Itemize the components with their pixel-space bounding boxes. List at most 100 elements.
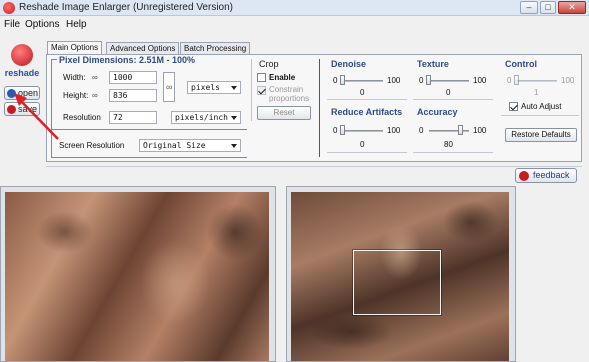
group-border — [51, 59, 52, 157]
disk-save-icon — [7, 105, 16, 114]
crop-group-border — [251, 59, 252, 121]
reduce-artifacts-value: 0 — [360, 140, 365, 149]
close-button[interactable]: ✕ — [558, 1, 586, 14]
menu-bar: File Options Help — [0, 16, 589, 32]
resolution-unit-value: pixels/inch — [175, 113, 228, 122]
menu-file[interactable]: File — [4, 19, 20, 30]
control-slider-track[interactable] — [517, 80, 557, 82]
screen-resolution-value: Original Size — [143, 141, 206, 150]
texture-max: 100 — [473, 76, 487, 85]
reduce-artifacts-slider-thumb[interactable] — [340, 125, 345, 135]
maximize-button[interactable]: □ — [540, 1, 556, 14]
denoise-slider-track[interactable] — [343, 80, 383, 82]
resolution-label: Resolution — [63, 113, 101, 122]
constrain-proportions-checkbox[interactable] — [257, 86, 266, 95]
feedback-button[interactable]: feedback — [515, 168, 577, 183]
proportions-label: proportions — [269, 94, 310, 103]
group-border — [327, 99, 407, 100]
control-value: 1 — [534, 88, 539, 97]
reduce-artifacts-title: Reduce Artifacts — [331, 107, 403, 117]
control-slider-thumb[interactable] — [514, 75, 520, 85]
zoom-viewport-rectangle[interactable] — [353, 250, 441, 315]
chevron-down-icon — [231, 86, 237, 90]
chevron-down-icon — [231, 116, 237, 120]
feedback-icon — [519, 171, 529, 181]
group-border — [413, 152, 493, 153]
control-min: 0 — [507, 76, 512, 85]
group-border — [327, 152, 407, 153]
screen-resolution-select[interactable]: Original Size — [139, 139, 241, 152]
crop-reset-button[interactable]: Reset — [257, 106, 311, 120]
screen-resolution-label: Screen Resolution — [59, 141, 125, 150]
height-label: Height: — [63, 91, 89, 100]
width-label: Width: — [63, 73, 86, 82]
pixel-dimensions-title: Pixel Dimensions: 2.51M - 100% — [59, 55, 196, 65]
app-logo-icon — [3, 2, 15, 14]
texture-value: 0 — [446, 88, 451, 97]
group-border — [413, 99, 493, 100]
group-border — [51, 157, 247, 158]
tab-main-options[interactable]: Main Options — [47, 41, 103, 55]
texture-slider-thumb[interactable] — [426, 75, 431, 85]
crop-enable-checkbox[interactable] — [257, 73, 266, 82]
control-title: Control — [505, 59, 537, 69]
accuracy-value: 80 — [444, 140, 453, 149]
resolution-unit-select[interactable]: pixels/inch — [171, 111, 241, 124]
reshade-logo-text: reshade — [4, 68, 40, 78]
minimize-button[interactable]: – — [520, 1, 538, 14]
crop-title: Crop — [259, 59, 279, 69]
texture-min: 0 — [419, 76, 424, 85]
reduce-artifacts-min: 0 — [333, 126, 338, 135]
resolution-input[interactable]: 72 — [109, 111, 157, 124]
crop-enable-label: Enable — [269, 73, 296, 82]
texture-slider-track[interactable] — [429, 80, 469, 82]
dimension-unit-select[interactable]: pixels — [187, 81, 241, 94]
auto-adjust-label: Auto Adjust — [521, 102, 562, 111]
section-divider — [319, 59, 320, 157]
denoise-value: 0 — [360, 88, 365, 97]
denoise-title: Denoise — [331, 59, 367, 69]
reduce-artifacts-max: 100 — [387, 126, 401, 135]
group-border — [51, 59, 57, 60]
reduce-artifacts-slider-track[interactable] — [343, 130, 383, 132]
preview-image-pane[interactable] — [286, 186, 516, 362]
accuracy-max: 100 — [473, 126, 487, 135]
denoise-min: 0 — [333, 76, 338, 85]
chain-link-icon: ∞ — [92, 73, 98, 82]
auto-adjust-checkbox[interactable] — [509, 102, 518, 111]
reshade-logo-icon — [11, 44, 33, 66]
group-border — [501, 115, 579, 116]
original-image-pane[interactable] — [0, 186, 276, 362]
width-input[interactable]: 1000 — [109, 71, 157, 84]
chain-link-icon: ∞ — [166, 82, 173, 92]
control-max: 100 — [561, 76, 575, 85]
accuracy-slider-thumb[interactable] — [458, 125, 463, 135]
save-button[interactable]: save — [4, 102, 40, 116]
save-button-label: save — [18, 104, 38, 114]
group-border — [51, 129, 247, 130]
title-bar: Reshade Image Enlarger (Unregistered Ver… — [0, 0, 589, 16]
chevron-down-icon — [231, 144, 237, 148]
window-title: Reshade Image Enlarger (Unregistered Ver… — [19, 2, 233, 13]
main-options-panel: Pixel Dimensions: 2.51M - 100% Width: ∞ … — [46, 54, 582, 162]
height-input[interactable]: 836 — [109, 89, 157, 102]
denoise-max: 100 — [387, 76, 401, 85]
folder-open-icon — [7, 89, 16, 98]
open-button-label: open — [18, 88, 39, 98]
reshade-logo: reshade — [4, 44, 40, 78]
divider — [46, 166, 582, 167]
accuracy-slider-track[interactable] — [429, 130, 469, 132]
link-proportions-toggle[interactable]: ∞ — [163, 72, 175, 102]
chain-link-icon: ∞ — [92, 91, 98, 100]
constrain-label: Constrain — [269, 85, 304, 94]
denoise-slider-thumb[interactable] — [340, 75, 345, 85]
dimension-unit-value: pixels — [191, 83, 220, 92]
open-button[interactable]: open — [4, 86, 40, 100]
menu-options[interactable]: Options — [25, 19, 59, 30]
original-image — [5, 192, 269, 361]
menu-help[interactable]: Help — [66, 19, 87, 30]
accuracy-min: 0 — [419, 126, 424, 135]
restore-defaults-button[interactable]: Restore Defaults — [505, 128, 577, 142]
feedback-label: feedback — [533, 170, 570, 180]
accuracy-title: Accuracy — [417, 107, 458, 117]
